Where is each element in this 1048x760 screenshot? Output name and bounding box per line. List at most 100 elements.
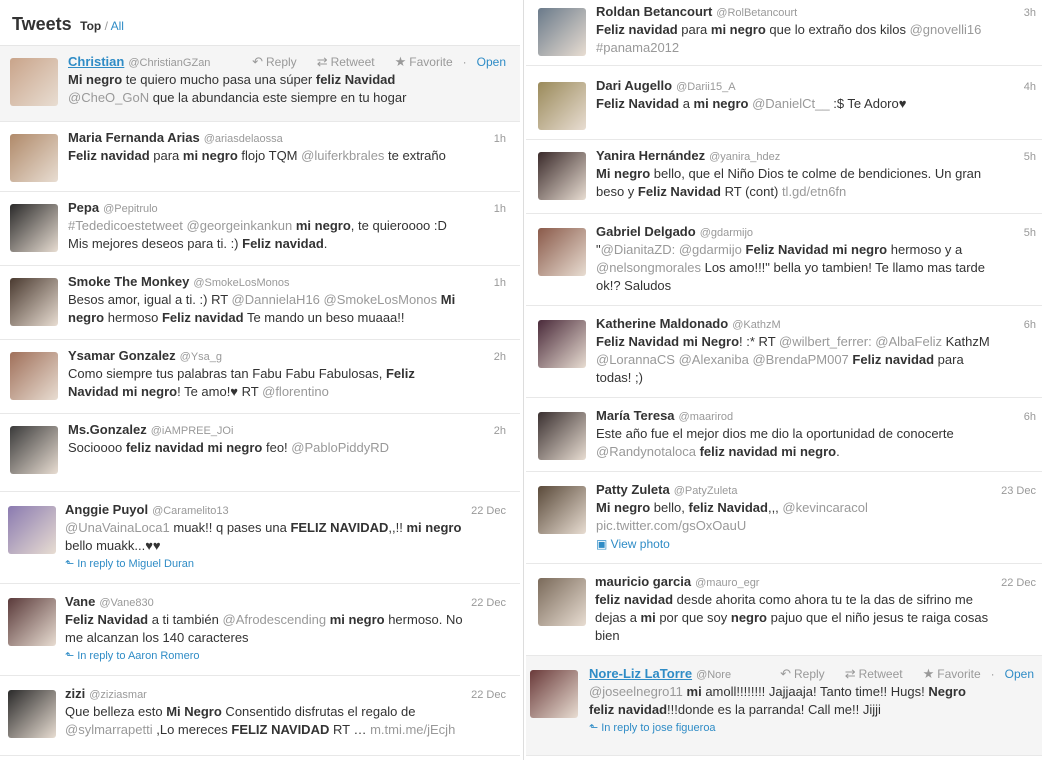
tweet-timestamp[interactable]: 22 Dec (1001, 576, 1036, 590)
tweet[interactable]: Vane @Vane830 22 Dec Feliz Navidad a ti tam… (0, 584, 520, 676)
user-name[interactable]: Gabriel Delgado (596, 224, 696, 239)
user-name[interactable]: Maria Fernanda Arias (68, 130, 200, 145)
user-name[interactable]: Anggie Puyol (65, 502, 148, 517)
avatar[interactable] (538, 578, 586, 626)
tweet[interactable]: Roldan Betancourt @RolBetancourt 3h Feliz n… (526, 0, 1042, 66)
user-handle[interactable]: @Pepitrulo (103, 203, 158, 215)
user-handle[interactable]: @iAMPREE_JOi (151, 425, 234, 437)
mention-link[interactable]: @wilbert_ferrer: @AlbaFeliz (779, 334, 942, 349)
mention-link[interactable]: @joseelnegro11 (589, 684, 683, 699)
tweet-timestamp[interactable]: 5h (1024, 150, 1036, 164)
tweet[interactable]: Anggie Puyol @Caramelito13 22 Dec @UnaVaina… (0, 492, 520, 584)
avatar[interactable] (8, 690, 56, 738)
reply-button[interactable]: ↶ Reply (770, 666, 825, 681)
tweet-timestamp[interactable]: 1h (494, 132, 506, 146)
user-handle[interactable]: @SmokeLosMonos (193, 277, 289, 289)
user-name[interactable]: Yanira Hernández (596, 148, 705, 163)
avatar[interactable] (10, 278, 58, 326)
tweet[interactable]: Christian @ChristianGZan ↶ Reply ⇄ Retweet ★ Fa… (0, 46, 520, 122)
user-handle[interactable]: @Ysa_g (180, 351, 222, 363)
user-handle[interactable]: @ariasdelaossa (204, 133, 283, 145)
user-handle[interactable]: @Caramelito13 (152, 505, 229, 517)
tweet-timestamp[interactable]: 6h (1024, 318, 1036, 332)
in-reply-to-link[interactable]: ⬑ In reply to Aaron Romero (65, 649, 200, 663)
user-handle[interactable]: @PatyZuleta (674, 485, 738, 497)
mention-link[interactable]: m.tmi.me/jEcjh (370, 722, 455, 737)
tweet-timestamp[interactable]: 2h (494, 424, 506, 438)
user-name[interactable]: Vane (65, 594, 95, 609)
retweet-button[interactable]: ⇄ Retweet (307, 54, 375, 69)
mention-link[interactable]: @CheO_GoN (68, 90, 149, 105)
favorite-button[interactable]: ★ Favorite (385, 54, 453, 69)
user-name[interactable]: Ysamar Gonzalez (68, 348, 176, 363)
tweet[interactable]: Nore-Liz LaTorre @Nore ↶ Reply ⇄ Retweet ★ Favo… (526, 656, 1042, 756)
mention-link[interactable]: @gnovelli16 (910, 22, 982, 37)
tweet[interactable]: Ysamar Gonzalez @Ysa_g 2h Como siempre tus … (0, 340, 520, 414)
open-link[interactable]: Open (1005, 667, 1034, 681)
favorite-button[interactable]: ★ Favorite (913, 666, 981, 681)
tweet[interactable]: Katherine Maldonado @KathzM 6h Feliz Navida… (526, 306, 1042, 398)
user-handle[interactable]: @RolBetancourt (716, 7, 797, 19)
avatar[interactable] (8, 598, 56, 646)
avatar[interactable] (538, 320, 586, 368)
mention-link[interactable]: tl.gd/etn6fn (782, 184, 846, 199)
avatar[interactable] (538, 412, 586, 460)
tweet-timestamp[interactable]: 22 Dec (471, 596, 506, 610)
tweet[interactable]: mauricio garcia @mauro_egr 22 Dec feliz nav… (526, 564, 1042, 656)
user-handle[interactable]: @ChristianGZan (128, 57, 210, 69)
mention-link[interactable]: @nelsongmorales (596, 260, 701, 275)
avatar[interactable] (538, 228, 586, 276)
avatar[interactable] (538, 8, 586, 56)
tweet[interactable]: zizi @ziziasmar 22 Dec Que belleza esto Mi … (0, 676, 520, 756)
user-handle[interactable]: @gdarmijo (700, 227, 753, 239)
mention-link[interactable]: @luiferkbrales (301, 148, 384, 163)
avatar[interactable] (538, 486, 586, 534)
mention-link[interactable]: @UnaVainaLoca1 (65, 520, 170, 535)
avatar[interactable] (10, 58, 58, 106)
in-reply-to-link[interactable]: ⬑ In reply to Miguel Duran (65, 557, 194, 571)
tweet-timestamp[interactable]: 1h (494, 202, 506, 216)
mention-link[interactable]: @florentino (262, 384, 329, 399)
user-handle[interactable]: @mauro_egr (695, 577, 759, 589)
user-name[interactable]: Christian (68, 54, 124, 69)
user-name[interactable]: Dari Augello (596, 78, 672, 93)
tweet-timestamp[interactable]: 2h (494, 350, 506, 364)
mention-link[interactable]: @Randynotaloca (596, 444, 696, 459)
tweet-timestamp[interactable]: 1h (494, 276, 506, 290)
user-handle[interactable]: @Vane830 (99, 597, 153, 609)
mention-link[interactable]: @DanielCt__ (752, 96, 830, 111)
avatar[interactable] (10, 426, 58, 474)
view-photo-link[interactable]: ▣ View photo (596, 537, 670, 551)
filter-all[interactable]: All (111, 19, 124, 33)
user-name[interactable]: Roldan Betancourt (596, 4, 712, 19)
user-handle[interactable]: @Nore (696, 669, 731, 681)
avatar[interactable] (8, 506, 56, 554)
mention-link[interactable]: @sylmarrapetti (65, 722, 153, 737)
user-name[interactable]: Katherine Maldonado (596, 316, 728, 331)
tweet[interactable]: Dari Augello @Darii15_A 4h Feliz Navidad a … (526, 66, 1042, 140)
user-name[interactable]: María Teresa (596, 408, 675, 423)
tweet-timestamp[interactable]: 3h (1024, 6, 1036, 20)
user-handle[interactable]: @Darii15_A (676, 81, 735, 93)
user-handle[interactable]: @yanira_hdez (709, 151, 780, 163)
tweet-timestamp[interactable]: 5h (1024, 226, 1036, 240)
tweet[interactable]: Ms.Gonzalez @iAMPREE_JOi 2h Socioooo feliz … (0, 414, 520, 492)
tweet[interactable]: Maria Fernanda Arias @ariasdelaossa 1h Feli… (0, 122, 520, 192)
mention-link[interactable]: @Afrodescending (223, 612, 327, 627)
user-name[interactable]: Patty Zuleta (596, 482, 670, 497)
mention-link[interactable]: pic.twitter.com/gsOxOauU (596, 518, 746, 533)
user-name[interactable]: mauricio garcia (595, 574, 691, 589)
mention-link[interactable]: @PabloPiddyRD (291, 440, 389, 455)
tweet[interactable]: Yanira Hernández @yanira_hdez 5h Mi negro b… (526, 140, 1042, 214)
tweet[interactable]: Smoke The Monkey @SmokeLosMonos 1h Besos am… (0, 266, 520, 340)
avatar[interactable] (10, 352, 58, 400)
tweet-timestamp[interactable]: 6h (1024, 410, 1036, 424)
tweet-timestamp[interactable]: 4h (1024, 80, 1036, 94)
user-handle[interactable]: @maarirod (679, 411, 734, 423)
user-name[interactable]: Pepa (68, 200, 99, 215)
filter-top[interactable]: Top (80, 19, 101, 33)
tweet[interactable]: María Teresa @maarirod 6h Este año fue el m… (526, 398, 1042, 472)
tweet-timestamp[interactable]: 22 Dec (471, 688, 506, 702)
user-name[interactable]: zizi (65, 686, 85, 701)
mention-link[interactable]: @DianitaZD: @gdarmijo (601, 242, 742, 257)
